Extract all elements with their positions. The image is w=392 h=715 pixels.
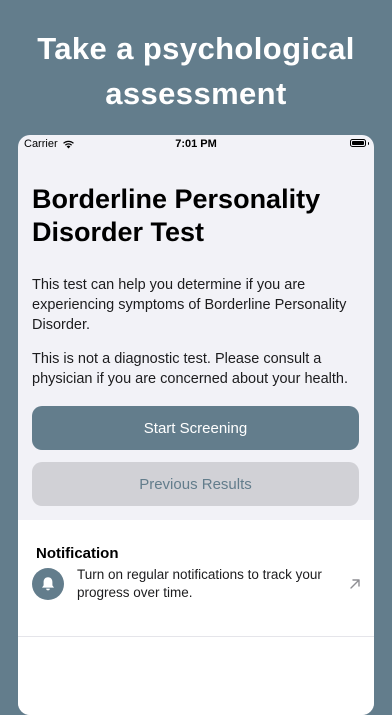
- promo-line-2: assessment: [105, 76, 287, 111]
- promo-line-1: Take a psychological: [37, 31, 355, 66]
- test-description: This test can help you determine if you …: [32, 277, 347, 333]
- battery-level-fill: [352, 141, 364, 145]
- promo-headline: Take a psychological assessment: [0, 26, 392, 116]
- start-screening-button[interactable]: Start Screening: [32, 406, 359, 450]
- notification-section: Notification Turn on regular notificatio…: [18, 520, 374, 715]
- notification-row[interactable]: Turn on regular notifications to track y…: [18, 567, 374, 622]
- bell-icon: [32, 568, 64, 600]
- page-title: Borderline Personality Disorder Test: [32, 184, 321, 247]
- previous-results-button[interactable]: Previous Results: [32, 462, 359, 506]
- arrow-up-right-icon[interactable]: [348, 577, 362, 591]
- status-bar: Carrier 7:01 PM: [18, 135, 374, 155]
- status-time: 7:01 PM: [175, 138, 217, 150]
- notification-text: Turn on regular notifications to track y…: [77, 567, 322, 600]
- divider: [18, 636, 374, 637]
- phone-screen: Carrier 7:01 PM Borderline Personality D…: [18, 135, 374, 715]
- battery-icon: [350, 139, 369, 147]
- test-disclaimer: This is not a diagnostic test. Please co…: [32, 351, 348, 387]
- notification-header: Notification: [36, 545, 119, 562]
